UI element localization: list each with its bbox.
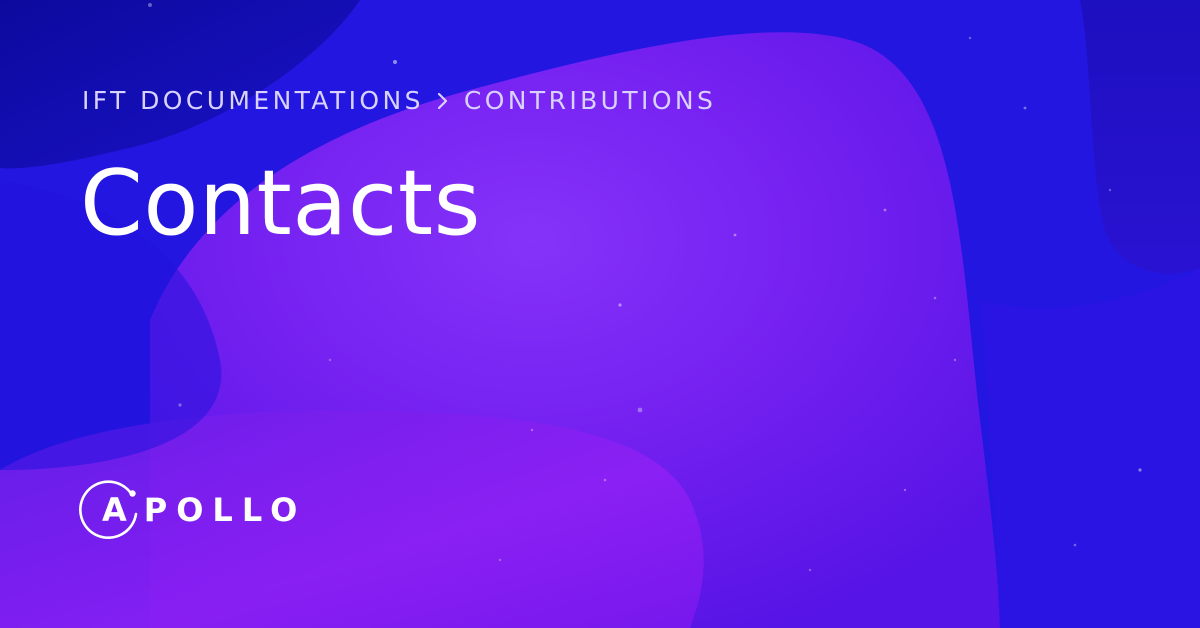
breadcrumb: IFT DOCUMENTATIONS CONTRIBUTIONS bbox=[82, 86, 716, 115]
apollo-ring-icon bbox=[79, 480, 138, 540]
apollo-logo[interactable]: A POLLO bbox=[78, 478, 306, 542]
page-title: Contacts bbox=[80, 151, 482, 256]
chevron-right-icon bbox=[437, 92, 447, 109]
breadcrumb-current[interactable]: CONTRIBUTIONS bbox=[464, 86, 716, 115]
social-card: IFT DOCUMENTATIONS CONTRIBUTIONS Contact… bbox=[0, 0, 1200, 628]
logo-letters-rest: POLLO bbox=[143, 491, 307, 529]
breadcrumb-parent[interactable]: IFT DOCUMENTATIONS bbox=[82, 86, 424, 115]
